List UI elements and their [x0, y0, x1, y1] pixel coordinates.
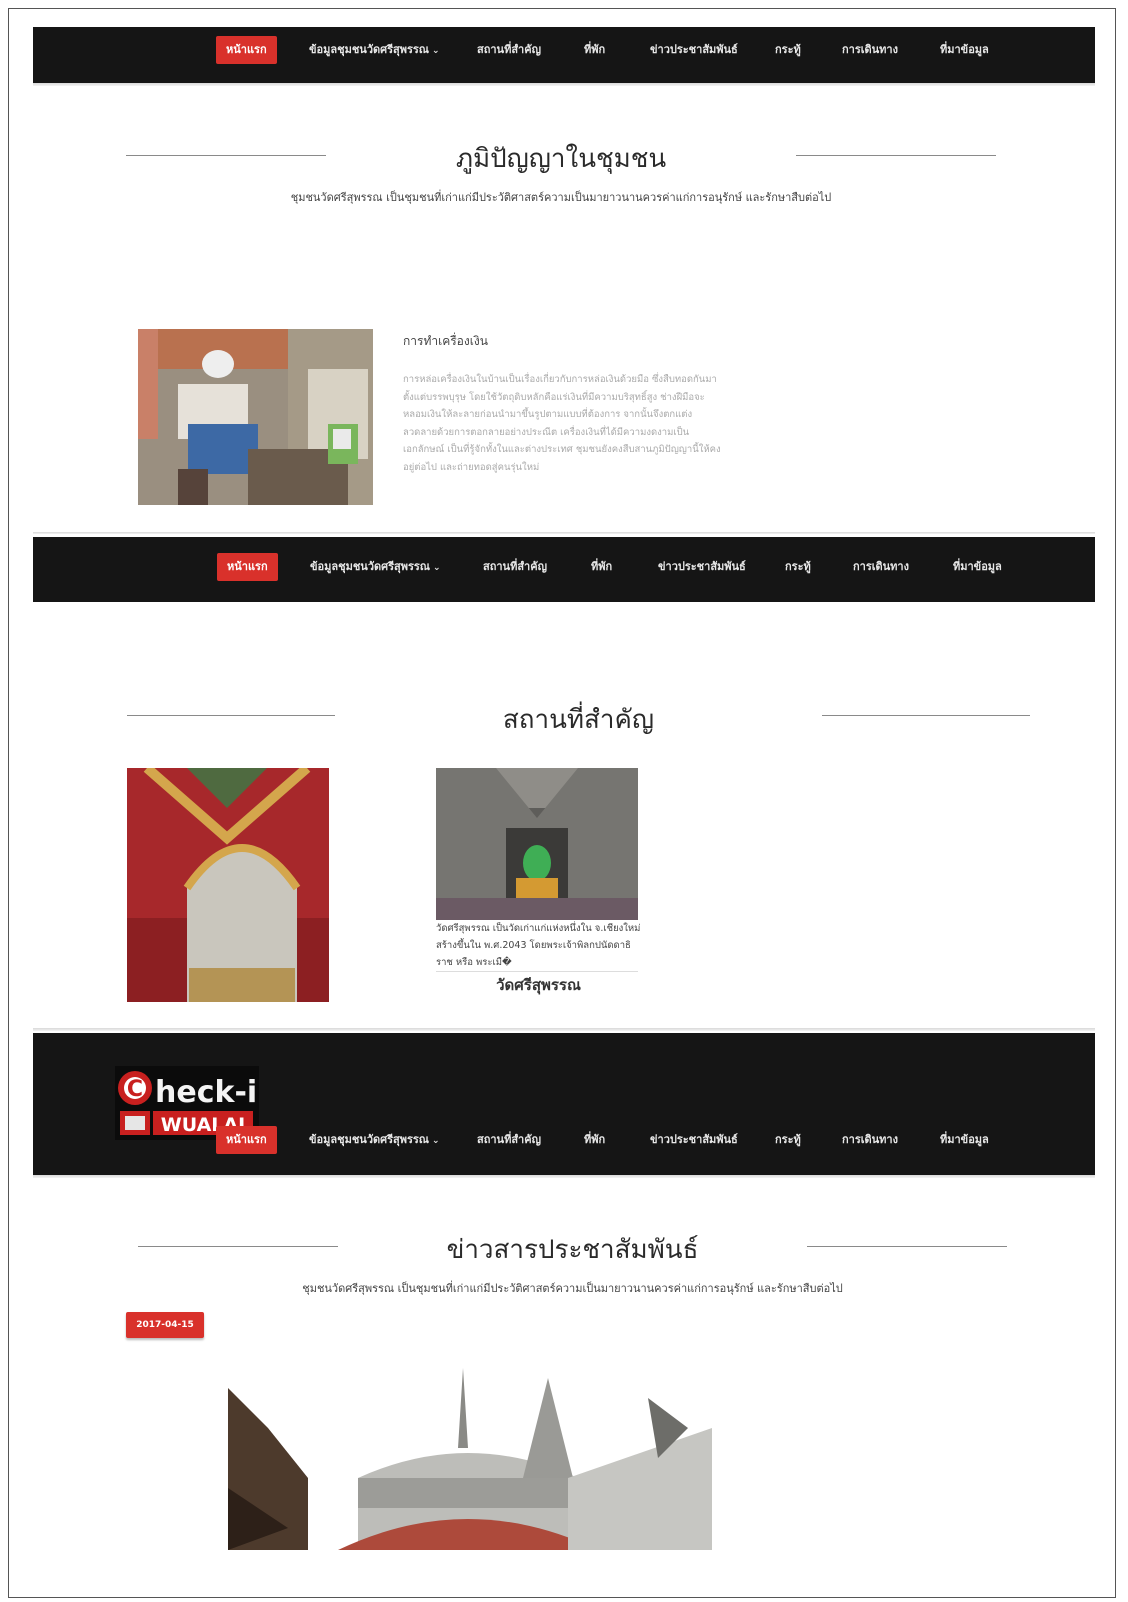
nav-travel[interactable]: การเดินทาง	[842, 36, 898, 64]
section-divider	[33, 1028, 1095, 1031]
nav-news[interactable]: ข่าวประชาสัมพันธ์	[650, 36, 738, 64]
title-rule-right	[822, 715, 1030, 716]
nav-community-info-label: ข้อมูลชุมชนวัดศรีสุพรรณ	[310, 560, 431, 573]
card-body: การหล่อเครื่องเงินในบ้านเป็นเรื่องเกี่ยว…	[403, 374, 721, 473]
logo-initial: C	[127, 1077, 143, 1102]
title-rule-right	[796, 155, 996, 156]
nav-forum[interactable]: กระทู้	[785, 553, 811, 581]
nav-places[interactable]: สถานที่สำคัญ	[477, 1126, 541, 1154]
nav-lodging[interactable]: ที่พัก	[584, 36, 605, 64]
nav-sources[interactable]: ที่มาข้อมูล	[953, 553, 1002, 581]
top-navbar: หน้าแรก ข้อมูลชุมชนวัดศรีสุพรรณ ⌄ สถานที่…	[33, 27, 1095, 83]
nav-community-info[interactable]: ข้อมูลชุมชนวัดศรีสุพรรณ ⌄	[309, 1126, 440, 1154]
nav-sources[interactable]: ที่มาข้อมูล	[940, 1126, 989, 1154]
nav-places[interactable]: สถานที่สำคัญ	[477, 36, 541, 64]
nav-community-info[interactable]: ข้อมูลชุมชนวัดศรีสุพรรณ ⌄	[310, 553, 441, 581]
nav-travel[interactable]: การเดินทาง	[853, 553, 909, 581]
nav-news[interactable]: ข่าวประชาสัมพันธ์	[650, 1126, 738, 1154]
news-subtitle: ชุมชนวัดศรีสุพรรณ เป็นชุมชนที่เก่าแก่มีป…	[302, 1282, 843, 1295]
nav-travel[interactable]: การเดินทาง	[842, 1126, 898, 1154]
sticky-navbar: หน้าแรก ข้อมูลชุมชนวัดศรีสุพรรณ ⌄ สถานที่…	[33, 537, 1095, 602]
nav-lodging[interactable]: ที่พัก	[591, 553, 612, 581]
place-photo-temple[interactable]	[436, 768, 638, 920]
title-rule-left	[127, 715, 335, 716]
navbar-shadow	[33, 1175, 1095, 1178]
places-title: สถานที่สำคัญ	[502, 705, 655, 735]
nav-home[interactable]: หน้าแรก	[216, 36, 277, 64]
chevron-down-icon: ⌄	[432, 1136, 440, 1146]
nav-community-info-label: ข้อมูลชุมชนวัดศรีสุพรรณ	[309, 43, 430, 56]
nav-sources[interactable]: ที่มาข้อมูล	[940, 36, 989, 64]
wisdom-title: ภูมิปัญญาในชุมชน	[455, 144, 667, 174]
caption-rule	[436, 971, 638, 972]
news-temple-photo[interactable]	[228, 1368, 712, 1550]
navbar-shadow	[33, 83, 1095, 86]
title-rule-left	[138, 1246, 338, 1247]
wisdom-subtitle: ชุมชนวัดศรีสุพรรณ เป็นชุมชนที่เก่าแก่มีป…	[290, 191, 832, 204]
card-heading[interactable]: การทำเครื่องเงิน	[403, 332, 488, 351]
place-caption: วัดศรีสุพรรณ เป็นวัดเก่าแก่แห่งหนึ่งใน จ…	[436, 923, 641, 968]
nav-community-info[interactable]: ข้อมูลชุมชนวัดศรีสุพรรณ ⌄	[309, 36, 440, 64]
nav-community-info-label: ข้อมูลชุมชนวัดศรีสุพรรณ	[309, 1133, 430, 1146]
news-date-badge: 2017-04-15	[126, 1312, 204, 1338]
title-rule-left	[126, 155, 326, 156]
nav-forum[interactable]: กระทู้	[775, 36, 801, 64]
place-photo-arch[interactable]	[127, 768, 329, 1002]
nav-home[interactable]: หน้าแรก	[216, 1126, 277, 1154]
nav-news[interactable]: ข่าวประชาสัมพันธ์	[658, 553, 746, 581]
nav-home[interactable]: หน้าแรก	[217, 553, 278, 581]
news-title: ข่าวสารประชาสัมพันธ์	[446, 1235, 699, 1265]
nav-places[interactable]: สถานที่สำคัญ	[483, 553, 547, 581]
title-rule-right	[807, 1246, 1007, 1247]
section-divider	[33, 532, 1095, 534]
chevron-down-icon: ⌄	[432, 46, 440, 56]
silversmith-photo[interactable]	[138, 329, 373, 505]
logo-word-checkin: heck-in	[155, 1075, 259, 1110]
header-nav: หน้าแรก ข้อมูลชุมชนวัดศรีสุพรรณ ⌄ สถานที่…	[33, 1124, 1095, 1154]
place-name[interactable]: วัดศรีสุพรรณ	[436, 973, 641, 997]
chevron-down-icon: ⌄	[433, 563, 441, 573]
nav-forum[interactable]: กระทู้	[775, 1126, 801, 1154]
nav-lodging[interactable]: ที่พัก	[584, 1126, 605, 1154]
